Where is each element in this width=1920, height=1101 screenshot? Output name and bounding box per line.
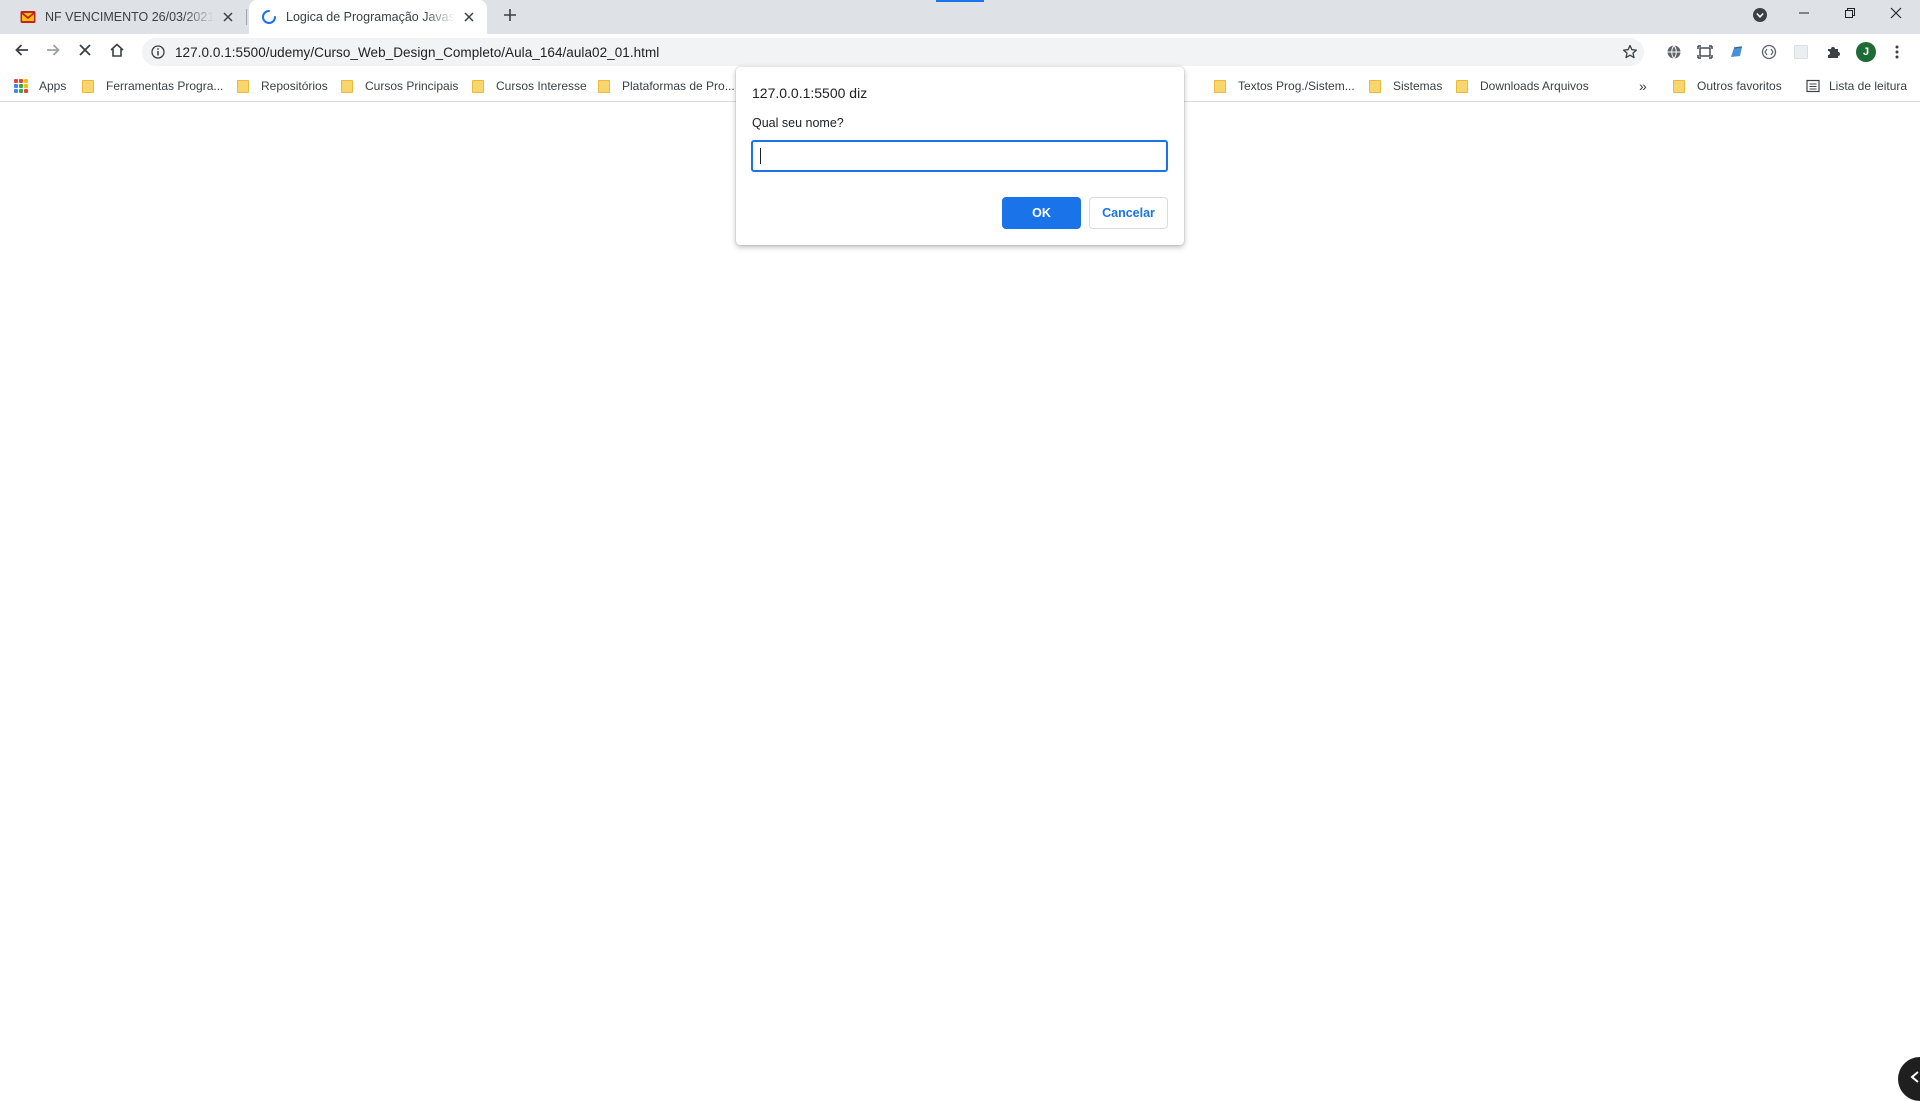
folder-icon — [82, 79, 94, 93]
restore-button[interactable] — [1827, 0, 1873, 30]
folder-icon — [237, 79, 249, 93]
url-text[interactable]: 127.0.0.1:5500/udemy/Curso_Web_Design_Co… — [175, 45, 659, 60]
reading-list-button[interactable]: Lista de leitura — [1806, 70, 1907, 102]
folder-icon — [1369, 79, 1381, 93]
pen-extension-icon[interactable] — [1728, 43, 1746, 61]
code-extension-icon[interactable] — [1760, 43, 1778, 61]
close-icon[interactable] — [461, 9, 477, 25]
double-chevron-icon: » — [1639, 78, 1647, 94]
apps-grid-icon — [14, 79, 28, 93]
tab-search-button[interactable] — [1750, 7, 1770, 27]
bookmark-label: Outros favoritos — [1697, 79, 1782, 93]
bookmark-label: Repositórios — [261, 79, 328, 93]
drag-indicator — [936, 0, 984, 2]
folder-icon — [472, 79, 484, 93]
forward-button[interactable] — [39, 38, 67, 66]
browser-toolbar: 127.0.0.1:5500/udemy/Curso_Web_Design_Co… — [0, 34, 1920, 70]
prompt-input[interactable] — [753, 142, 1166, 170]
home-icon — [109, 42, 125, 63]
folder-icon — [598, 79, 610, 93]
new-tab-button[interactable] — [498, 5, 522, 29]
ok-button[interactable]: OK — [1002, 197, 1081, 229]
bookmarks-overflow-button[interactable]: » — [1639, 70, 1647, 102]
dialog-title: 127.0.0.1:5500 diz — [752, 85, 868, 101]
profile-avatar[interactable]: J — [1856, 42, 1876, 62]
screenshot-extension-icon[interactable] — [1696, 43, 1714, 61]
bookmark-folder[interactable]: Cursos Interesse — [472, 70, 587, 102]
bookmark-label: Lista de leitura — [1829, 79, 1908, 93]
prompt-input-field[interactable] — [751, 140, 1168, 172]
address-bar[interactable]: 127.0.0.1:5500/udemy/Curso_Web_Design_Co… — [142, 38, 1644, 66]
kebab-menu-icon[interactable] — [1888, 43, 1906, 61]
close-icon[interactable] — [220, 9, 236, 25]
bookmark-folder[interactable]: Downloads Arquivos — [1456, 70, 1589, 102]
chevron-down-circle-icon — [1752, 7, 1768, 28]
bookmark-folder[interactable]: Ferramentas Progra... — [82, 70, 223, 102]
text-caret — [760, 148, 761, 164]
reading-list-icon — [1806, 79, 1820, 93]
arrow-left-icon — [14, 42, 30, 63]
bookmark-folder[interactable]: Cursos Principais — [341, 70, 458, 102]
gmail-icon — [20, 9, 36, 25]
stop-icon — [78, 43, 92, 62]
bookmark-label: Plataformas de Pro... — [622, 79, 735, 93]
tab-title: Logica de Programação Javascript — [286, 10, 455, 24]
tab-nf-vencimento[interactable]: NF VENCIMENTO 26/03/2021 - jo — [8, 0, 246, 34]
floating-side-widget[interactable] — [1898, 1057, 1920, 1101]
bookmark-label: Sistemas — [1393, 79, 1443, 93]
close-window-button[interactable] — [1873, 0, 1919, 30]
chevron-left-icon — [1910, 1070, 1920, 1088]
extension-globe-icon[interactable] — [1665, 43, 1683, 61]
bookmark-label: Textos Prog./Sistem... — [1238, 79, 1355, 93]
bookmark-label: Downloads Arquivos — [1480, 79, 1589, 93]
minimize-icon — [1798, 6, 1810, 24]
loading-spinner-icon — [261, 9, 277, 25]
bookmark-label: Apps — [39, 79, 67, 93]
plus-icon — [503, 8, 517, 27]
stop-loading-button[interactable] — [71, 38, 99, 66]
extension-placeholder-icon[interactable] — [1792, 43, 1810, 61]
tab-logica-programacao[interactable]: Logica de Programação Javascript — [249, 0, 487, 34]
tab-separator — [246, 9, 247, 25]
bookmark-apps[interactable]: Apps — [14, 70, 66, 102]
star-icon[interactable] — [1620, 42, 1640, 62]
prompt-dialog: 127.0.0.1:5500 diz Qual seu nome? OK Can… — [736, 67, 1184, 245]
bookmark-folder[interactable]: Repositórios — [237, 70, 328, 102]
dialog-message: Qual seu nome? — [752, 116, 844, 130]
folder-icon — [1673, 79, 1685, 93]
home-button[interactable] — [103, 38, 131, 66]
folder-icon — [341, 79, 353, 93]
tab-title: NF VENCIMENTO 26/03/2021 - jo — [45, 10, 214, 24]
bookmark-label: Cursos Principais — [365, 79, 459, 93]
bookmark-label: Cursos Interesse — [496, 79, 587, 93]
folder-icon — [1456, 79, 1468, 93]
bookmark-folder[interactable]: Textos Prog./Sistem... — [1214, 70, 1355, 102]
minimize-button[interactable] — [1781, 0, 1827, 30]
close-icon — [1890, 6, 1902, 24]
cancel-button[interactable]: Cancelar — [1089, 197, 1168, 229]
bookmark-other-favorites[interactable]: Outros favoritos — [1673, 70, 1782, 102]
restore-icon — [1844, 6, 1856, 24]
puzzle-icon[interactable] — [1824, 43, 1842, 61]
tab-strip: NF VENCIMENTO 26/03/2021 - jo Logica de … — [0, 0, 1920, 34]
arrow-right-icon — [45, 42, 61, 63]
bookmark-label: Ferramentas Progra... — [106, 79, 224, 93]
bookmark-folder[interactable]: Sistemas — [1369, 70, 1442, 102]
bookmark-folder[interactable]: Plataformas de Pro... — [598, 70, 735, 102]
back-button[interactable] — [8, 38, 36, 66]
info-icon[interactable] — [150, 44, 166, 60]
folder-icon — [1214, 79, 1226, 93]
